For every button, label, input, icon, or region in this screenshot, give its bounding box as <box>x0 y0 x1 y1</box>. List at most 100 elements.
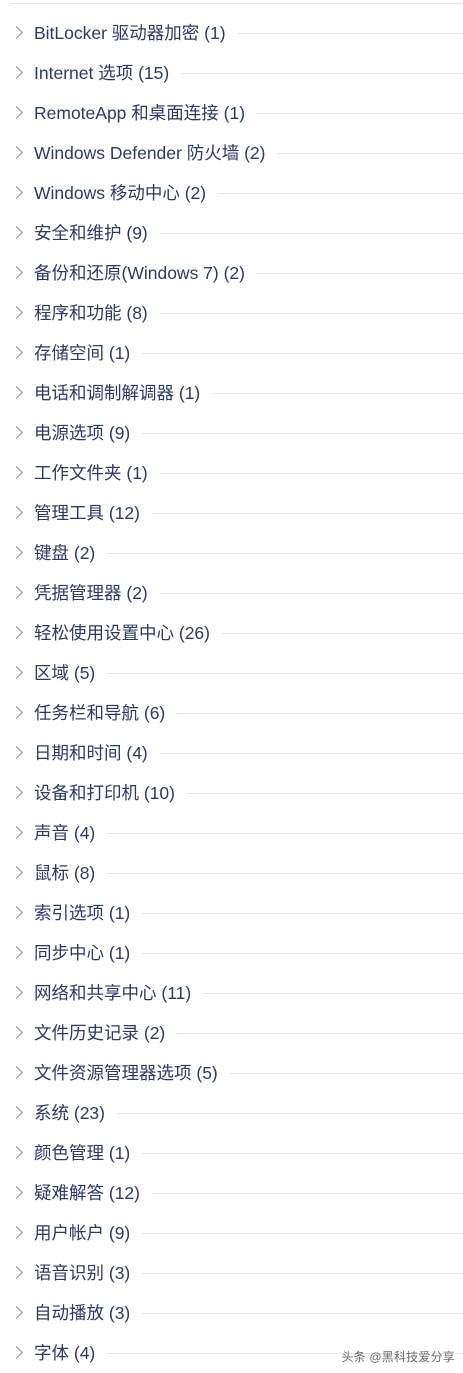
tree-item-label[interactable]: 自动播放 (3) <box>34 1300 130 1325</box>
chevron-right-icon[interactable] <box>10 825 23 839</box>
chevron-right-icon[interactable] <box>10 265 23 279</box>
chevron-right-icon[interactable] <box>10 1265 23 1279</box>
tree-item[interactable]: 键盘 (2) <box>0 532 463 572</box>
tree-item[interactable]: 文件资源管理器选项 (5) <box>0 1052 463 1092</box>
chevron-right-icon[interactable] <box>10 865 23 879</box>
chevron-right-icon[interactable] <box>10 745 23 759</box>
tree-item-label[interactable]: 文件资源管理器选项 (5) <box>34 1060 218 1085</box>
chevron-right-icon[interactable] <box>10 1065 23 1079</box>
tree-item-label[interactable]: 设备和打印机 (10) <box>34 780 175 805</box>
tree-item-label[interactable]: 管理工具 (12) <box>34 500 140 525</box>
tree-item[interactable]: 程序和功能 (8) <box>0 292 463 332</box>
chevron-right-icon[interactable] <box>10 225 23 239</box>
tree-item-label[interactable]: 工作文件夹 (1) <box>34 460 148 485</box>
tree-item[interactable]: 备份和还原(Windows 7) (2) <box>0 252 463 292</box>
tree-item-label[interactable]: 日期和时间 (4) <box>34 740 148 765</box>
chevron-right-icon[interactable] <box>10 345 23 359</box>
chevron-right-icon[interactable] <box>10 1305 23 1319</box>
tree-item[interactable]: 安全和维护 (9) <box>0 212 463 252</box>
tree-item-label[interactable]: 任务栏和导航 (6) <box>34 700 165 725</box>
tree-item[interactable]: 同步中心 (1) <box>0 932 463 972</box>
tree-item[interactable]: RemoteApp 和桌面连接 (1) <box>0 92 463 132</box>
tree-item-label[interactable]: Windows 移动中心 (2) <box>34 180 206 205</box>
tree-item[interactable]: 任务栏和导航 (6) <box>0 692 463 732</box>
tree-item-label[interactable]: 索引选项 (1) <box>34 900 130 925</box>
chevron-right-icon[interactable] <box>10 385 23 399</box>
tree-item[interactable]: 文件历史记录 (2) <box>0 1012 463 1052</box>
chevron-right-icon[interactable] <box>10 625 23 639</box>
tree-item-label[interactable]: 系统 (23) <box>34 1100 105 1125</box>
tree-item-label[interactable]: 安全和维护 (9) <box>34 220 148 245</box>
chevron-right-icon[interactable] <box>10 905 23 919</box>
tree-item-label[interactable]: 凭据管理器 (2) <box>34 580 148 605</box>
chevron-right-icon[interactable] <box>10 665 23 679</box>
tree-item[interactable]: 电话和调制解调器 (1) <box>0 372 463 412</box>
tree-item[interactable]: Windows Defender 防火墙 (2) <box>0 132 463 172</box>
tree-item-label[interactable]: 备份和还原(Windows 7) (2) <box>34 260 245 285</box>
chevron-right-icon[interactable] <box>10 1105 23 1119</box>
tree-item-label[interactable]: 轻松使用设置中心 (26) <box>34 620 210 645</box>
tree-item[interactable]: 工作文件夹 (1) <box>0 452 463 492</box>
tree-item[interactable]: 鼠标 (8) <box>0 852 463 892</box>
tree-item[interactable]: 凭据管理器 (2) <box>0 572 463 612</box>
tree-item-label[interactable]: 同步中心 (1) <box>34 940 130 965</box>
tree-item[interactable]: 网络和共享中心 (11) <box>0 972 463 1012</box>
tree-item-label[interactable]: 疑难解答 (12) <box>34 1180 140 1205</box>
tree-item[interactable]: 设备和打印机 (10) <box>0 772 463 812</box>
tree-item[interactable]: 颜色管理 (1) <box>0 1132 463 1172</box>
tree-item[interactable]: 用户帐户 (9) <box>0 1212 463 1252</box>
tree-item[interactable]: 电源选项 (9) <box>0 412 463 452</box>
chevron-right-icon[interactable] <box>10 465 23 479</box>
tree-item-label[interactable]: 键盘 (2) <box>34 540 95 565</box>
tree-item-label[interactable]: 程序和功能 (8) <box>34 300 148 325</box>
tree-item[interactable]: 存储空间 (1) <box>0 332 463 372</box>
tree-item-label[interactable]: Windows Defender 防火墙 (2) <box>34 140 265 165</box>
tree-item-label[interactable]: 区域 (5) <box>34 660 95 685</box>
chevron-right-icon[interactable] <box>10 425 23 439</box>
tree-item-label[interactable]: 鼠标 (8) <box>34 860 95 885</box>
tree-item-label[interactable]: BitLocker 驱动器加密 (1) <box>34 20 226 45</box>
tree-item-label[interactable]: 字体 (4) <box>34 1340 95 1365</box>
tree-item[interactable]: 区域 (5) <box>0 652 463 692</box>
chevron-right-icon[interactable] <box>10 1025 23 1039</box>
chevron-right-icon[interactable] <box>10 785 23 799</box>
chevron-right-icon[interactable] <box>10 985 23 999</box>
tree-item-label[interactable]: 颜色管理 (1) <box>34 1140 130 1165</box>
chevron-right-icon[interactable] <box>10 1185 23 1199</box>
tree-item[interactable]: Windows 移动中心 (2) <box>0 172 463 212</box>
chevron-right-icon[interactable] <box>10 1145 23 1159</box>
chevron-right-icon[interactable] <box>10 545 23 559</box>
tree-item-label[interactable]: 电源选项 (9) <box>34 420 130 445</box>
tree-item[interactable]: 系统 (23) <box>0 1092 463 1132</box>
chevron-right-icon[interactable] <box>10 945 23 959</box>
tree-item[interactable]: 自动播放 (3) <box>0 1292 463 1332</box>
chevron-right-icon[interactable] <box>10 305 23 319</box>
tree-item-label[interactable]: 电话和调制解调器 (1) <box>34 380 200 405</box>
chevron-right-icon[interactable] <box>10 505 23 519</box>
tree-item[interactable]: BitLocker 驱动器加密 (1) <box>0 12 463 52</box>
tree-item[interactable]: 管理工具 (12) <box>0 492 463 532</box>
chevron-right-icon[interactable] <box>10 145 23 159</box>
tree-item[interactable]: 日期和时间 (4) <box>0 732 463 772</box>
tree-item-label[interactable]: 声音 (4) <box>34 820 95 845</box>
chevron-right-icon[interactable] <box>10 185 23 199</box>
tree-item[interactable]: 索引选项 (1) <box>0 892 463 932</box>
chevron-right-icon[interactable] <box>10 1225 23 1239</box>
tree-item-label[interactable]: 用户帐户 (9) <box>34 1220 130 1245</box>
tree-item[interactable]: 轻松使用设置中心 (26) <box>0 612 463 652</box>
chevron-right-icon[interactable] <box>10 705 23 719</box>
tree-item[interactable]: 语音识别 (3) <box>0 1252 463 1292</box>
chevron-right-icon[interactable] <box>10 65 23 79</box>
tree-item[interactable]: 疑难解答 (12) <box>0 1172 463 1212</box>
chevron-right-icon[interactable] <box>10 105 23 119</box>
tree-item-label[interactable]: Internet 选项 (15) <box>34 60 169 85</box>
chevron-right-icon[interactable] <box>10 1345 23 1359</box>
chevron-right-icon[interactable] <box>10 25 23 39</box>
tree-item-label[interactable]: 语音识别 (3) <box>34 1260 130 1285</box>
tree-item[interactable]: Internet 选项 (15) <box>0 52 463 92</box>
tree-item-label[interactable]: 存储空间 (1) <box>34 340 130 365</box>
chevron-right-icon[interactable] <box>10 585 23 599</box>
tree-item-label[interactable]: RemoteApp 和桌面连接 (1) <box>34 100 245 125</box>
tree-item-label[interactable]: 网络和共享中心 (11) <box>34 980 191 1005</box>
tree-item[interactable]: 声音 (4) <box>0 812 463 852</box>
